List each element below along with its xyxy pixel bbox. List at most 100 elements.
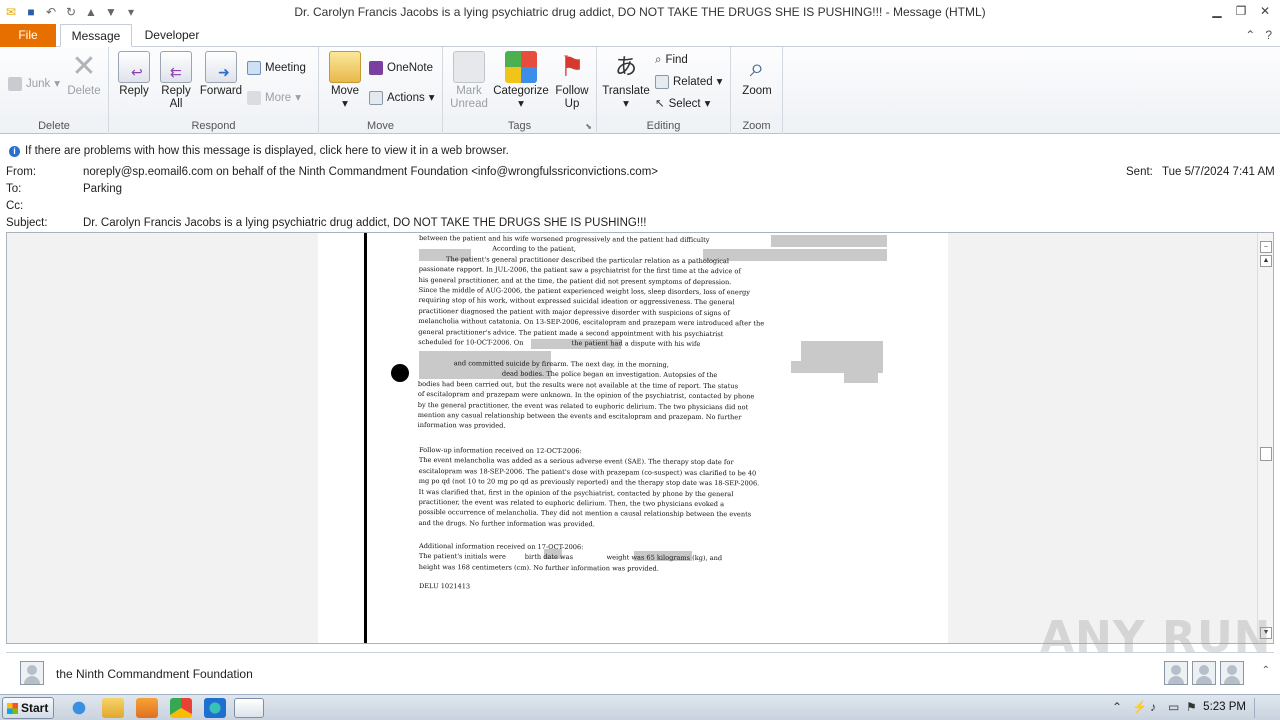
onenote-icon — [369, 61, 383, 75]
forward-button[interactable]: ➜ Forward — [199, 51, 243, 98]
chrome-icon[interactable] — [170, 698, 192, 718]
page-margin-line — [364, 233, 367, 643]
vertical-scrollbar[interactable]: ⎯ ▲ ▼ — [1257, 233, 1273, 643]
more-button: More ▾ — [247, 89, 301, 107]
select-button[interactable]: ↖ Select ▾ — [655, 95, 710, 113]
translate-button[interactable]: あ Translate ▾ — [601, 51, 651, 111]
message-body[interactable]: between the patient and his wife worsene… — [6, 232, 1274, 644]
actions-button[interactable]: Actions ▾ — [369, 89, 435, 107]
more-icon — [247, 91, 261, 105]
redaction-box — [771, 235, 887, 247]
display-icon[interactable]: ▭ — [1168, 700, 1179, 714]
actions-icon — [369, 91, 383, 105]
scroll-top-icon[interactable]: ⎯ — [1260, 241, 1272, 253]
categorize-button[interactable]: Categorize ▾ — [493, 51, 549, 111]
ribbon: Junk ▾ ✕ Delete Delete ↩ Reply ⇇ Reply Al… — [0, 47, 1280, 134]
reply-all-button[interactable]: ⇇ Reply All — [157, 51, 195, 111]
tab-message[interactable]: Message — [60, 24, 132, 47]
network-icon[interactable]: ⚡ — [1132, 700, 1147, 714]
subject-label: Subject: — [6, 217, 48, 229]
maximize-icon[interactable]: ❐ — [1232, 2, 1250, 20]
undo-icon[interactable]: ↶ — [42, 3, 60, 21]
outlook-envelope-icon: ✉ — [5, 5, 17, 19]
explorer-icon[interactable] — [102, 698, 124, 718]
scroll-up-icon[interactable]: ▲ — [1260, 255, 1272, 267]
related-icon — [655, 75, 669, 89]
delete-button: ✕ Delete — [67, 50, 101, 98]
subject-value: Dr. Carolyn Francis Jacobs is a lying ps… — [83, 217, 647, 229]
up-arrow-icon[interactable]: ▲ — [82, 3, 100, 21]
start-button[interactable]: Start — [2, 697, 54, 719]
editing-group: あ Translate ▾ ⌕ Find Related ▾ ↖ Select ▾ E… — [597, 47, 731, 134]
magnifier-icon: ⌕ — [749, 52, 765, 82]
clock[interactable]: 5:23 PM — [1203, 701, 1246, 713]
outlook-taskbar-icon[interactable] — [234, 698, 264, 718]
delete-group: Junk ▾ ✕ Delete Delete — [0, 47, 109, 134]
respond-group: ↩ Reply ⇇ Reply All ➜ Forward Meeting Mo… — [109, 47, 319, 134]
media-player-icon[interactable] — [136, 698, 158, 718]
document-text-section-1: between the patient and his wife worsene… — [417, 233, 765, 430]
reply-all-icon: ⇇ — [160, 51, 192, 83]
cc-label: Cc: — [6, 200, 24, 212]
punch-hole-mark — [391, 364, 409, 382]
tags-group: Mark Unread Categorize ▾ ⚑ Follow Up Tags… — [443, 47, 597, 134]
taskbar: Start ⌃ ⚡ ♪ ▭ ⚑ 5:23 PM — [0, 694, 1280, 720]
zoom-group: ⌕ Zoom Zoom — [731, 47, 783, 134]
edge-icon[interactable] — [204, 698, 226, 718]
move-group: Move ▾ OneNote Actions ▾ Move — [319, 47, 443, 134]
cursor-icon: ↖ — [655, 98, 665, 110]
window-title: Dr. Carolyn Francis Jacobs is a lying ps… — [294, 5, 986, 19]
collapse-ribbon-icon[interactable]: ⌃ — [1245, 28, 1255, 42]
down-arrow-icon[interactable]: ▼ — [102, 3, 120, 21]
translate-icon: あ — [614, 54, 637, 79]
document-text-section-3: Additional information received on 17-OC… — [418, 542, 723, 573]
follow-up-button[interactable]: ⚑ Follow Up — [551, 51, 593, 111]
ie-icon[interactable] — [68, 698, 90, 718]
sender-avatar[interactable] — [20, 661, 44, 685]
junk-button: Junk ▾ — [8, 75, 60, 93]
customize-toolbar-icon[interactable]: ▾ — [122, 3, 140, 21]
document-text-section-2: Follow-up information received on 12-OCT… — [418, 445, 760, 529]
expand-people-pane-icon[interactable]: ⌃ — [1262, 665, 1270, 676]
move-button[interactable]: Move ▾ — [325, 51, 365, 111]
reply-button[interactable]: ↩ Reply — [115, 51, 153, 98]
people-pane-name[interactable]: the Ninth Commandment Foundation — [56, 667, 253, 681]
flag-tray-icon[interactable]: ⚑ — [1186, 700, 1197, 714]
save-icon[interactable]: ■ — [22, 3, 40, 21]
flag-icon: ⚑ — [559, 51, 585, 82]
junk-icon — [8, 77, 22, 91]
volume-icon[interactable]: ♪ — [1150, 700, 1156, 714]
meeting-button[interactable]: Meeting — [247, 59, 306, 77]
find-button[interactable]: ⌕ Find — [655, 51, 688, 69]
sent-value: Tue 5/7/2024 7:41 AM — [1162, 166, 1275, 178]
to-value[interactable]: Parking — [83, 183, 122, 195]
info-bar[interactable]: i If there are problems with how this me… — [0, 134, 1280, 164]
scanned-document-page: between the patient and his wife worsene… — [318, 233, 948, 643]
redo-icon[interactable]: ↻ — [62, 3, 80, 21]
related-button[interactable]: Related ▾ — [655, 73, 722, 91]
contact-avatar[interactable] — [1192, 661, 1216, 685]
onenote-button[interactable]: OneNote — [369, 59, 433, 77]
contact-avatar[interactable] — [1220, 661, 1244, 685]
title-bar: ✉ ■ ↶ ↻ ▲ ▼ ▾ Dr. Carolyn Francis Jacobs… — [0, 0, 1280, 24]
zoom-button[interactable]: ⌕ Zoom — [737, 51, 777, 98]
from-value[interactable]: noreply@sp.eomail6.com on behalf of the … — [83, 166, 658, 178]
minimize-icon[interactable]: ▁ — [1208, 2, 1226, 20]
close-icon[interactable]: ✕ — [1256, 2, 1274, 20]
help-icon[interactable]: ? — [1265, 28, 1272, 42]
delete-x-icon: ✕ — [71, 50, 97, 83]
tab-developer[interactable]: Developer — [136, 24, 208, 47]
tags-dialog-launcher-icon[interactable]: ⬊ — [585, 122, 592, 131]
info-bar-text[interactable]: If there are problems with how this mess… — [25, 145, 509, 157]
tab-file[interactable]: File — [0, 24, 56, 47]
binoculars-icon: ⌕ — [655, 54, 662, 66]
mark-unread-icon — [453, 51, 485, 83]
to-label: To: — [6, 183, 22, 195]
document-reference: DELU 1021413 — [418, 582, 471, 591]
people-pane: the Ninth Commandment Foundation ⌃ — [6, 652, 1274, 690]
tray-expand-icon[interactable]: ⌃ — [1112, 700, 1122, 714]
contact-avatar[interactable] — [1164, 661, 1188, 685]
show-desktop-button[interactable] — [1254, 698, 1276, 718]
scroll-thumb[interactable] — [1260, 447, 1272, 461]
sent-label: Sent: — [1126, 166, 1153, 178]
